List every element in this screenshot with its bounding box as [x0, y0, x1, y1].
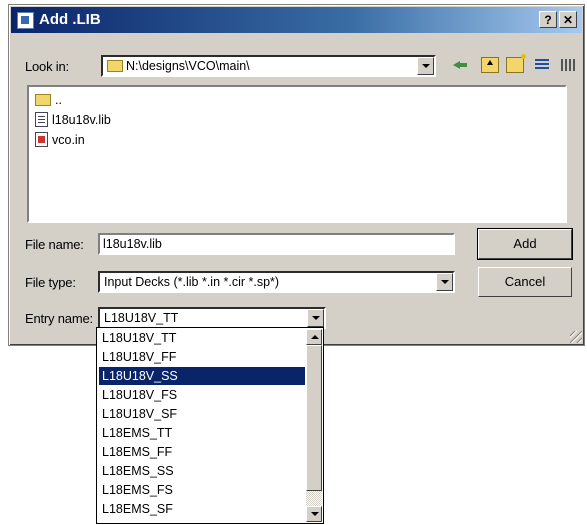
file-name-text: ..: [55, 93, 62, 107]
look-in-value: N:\designs\VCO\main\: [126, 59, 250, 73]
file-name-text: l18u18v.lib: [52, 113, 111, 127]
details-view-icon[interactable]: [560, 57, 578, 73]
entry-name-dropdown[interactable]: L18U18V_TT L18U18V_FF L18U18V_SS L18U18V…: [96, 327, 324, 524]
window-title: Add .LIB: [39, 11, 101, 28]
app-icon: [17, 12, 34, 29]
title-bar[interactable]: Add .LIB ? ✕: [11, 7, 582, 33]
file-name-label: File name:: [25, 237, 84, 252]
chevron-down-icon[interactable]: [307, 309, 324, 327]
dropdown-option[interactable]: L18EMS_FS: [99, 481, 305, 499]
list-view-icon[interactable]: [534, 57, 552, 73]
dropdown-option[interactable]: L18U18V_FS: [99, 386, 305, 404]
cancel-button[interactable]: Cancel: [478, 267, 572, 297]
new-folder-icon[interactable]: [506, 54, 526, 73]
entry-name-combo[interactable]: L18U18V_TT: [98, 307, 326, 329]
file-type-label: File type:: [25, 275, 76, 290]
list-item[interactable]: vco.in: [35, 131, 85, 149]
file-name-text: vco.in: [52, 133, 85, 147]
file-list[interactable]: .. l18u18v.lib vco.in: [27, 85, 567, 223]
dropdown-option-selected[interactable]: L18U18V_SS: [99, 367, 305, 385]
up-folder-icon[interactable]: [481, 57, 499, 73]
dropdown-option[interactable]: L18EMS_TT: [99, 424, 305, 442]
scroll-down-icon[interactable]: [306, 506, 322, 522]
entry-name-value: L18U18V_TT: [104, 311, 179, 325]
list-item[interactable]: ..: [35, 91, 62, 109]
look-in-combo[interactable]: N:\designs\VCO\main\: [101, 55, 436, 77]
add-lib-dialog: Add .LIB ? ✕ Look in: N:\designs\VCO\mai…: [8, 4, 585, 346]
file-type-combo[interactable]: Input Decks (*.lib *.in *.cir *.sp*): [98, 271, 455, 293]
close-button[interactable]: ✕: [559, 11, 577, 28]
look-in-value-wrap: N:\designs\VCO\main\: [107, 59, 250, 73]
dropdown-option[interactable]: L18EMS_FF: [99, 443, 305, 461]
back-arrow-icon[interactable]: [453, 57, 471, 73]
input-file-icon: [35, 132, 48, 148]
dropdown-option[interactable]: L18U18V_FF: [99, 348, 305, 366]
add-button[interactable]: Add: [477, 228, 573, 260]
file-type-value: Input Decks (*.lib *.in *.cir *.sp*): [104, 275, 280, 289]
document-icon: [35, 112, 48, 128]
list-item[interactable]: l18u18v.lib: [35, 111, 111, 129]
help-button[interactable]: ?: [539, 11, 557, 28]
file-name-input[interactable]: [100, 235, 453, 253]
scroll-up-icon[interactable]: [306, 329, 322, 345]
folder-icon: [107, 59, 123, 72]
file-name-field[interactable]: [98, 233, 455, 255]
dropdown-option[interactable]: L18EMS_SS: [99, 462, 305, 480]
chevron-down-icon[interactable]: [436, 273, 453, 291]
dropdown-option[interactable]: L18EMS_SF: [99, 500, 305, 518]
folder-icon: [35, 93, 51, 106]
dropdown-scrollbar[interactable]: [306, 329, 322, 522]
chevron-down-icon[interactable]: [417, 57, 434, 75]
scroll-thumb[interactable]: [306, 345, 322, 491]
dropdown-option[interactable]: L18U18V_TT: [99, 329, 305, 347]
entry-name-label: Entry name:: [25, 311, 93, 326]
resize-grip[interactable]: [570, 331, 582, 343]
look-in-label: Look in:: [25, 59, 69, 74]
dropdown-option[interactable]: L18U18V_SF: [99, 405, 305, 423]
